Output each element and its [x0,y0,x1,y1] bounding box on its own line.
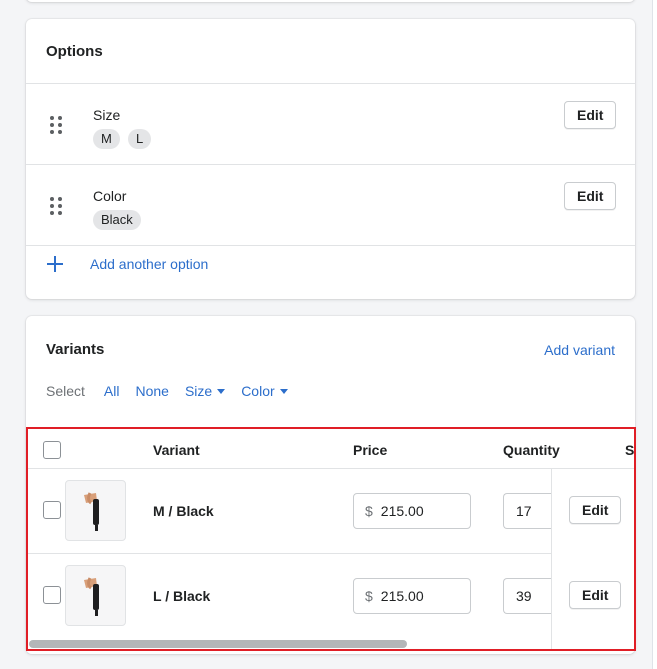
variants-table: Variant Price Quantity S M / Black $ 215… [27,428,635,650]
variant-select-bar: Select All None Size Color [46,383,304,399]
select-all-link[interactable]: All [104,383,120,399]
option-name: Color [93,188,127,204]
options-card: Options Size M L Edit Color Black Edit A… [26,19,635,299]
edit-variant-button[interactable]: Edit [569,496,622,524]
previous-card-fragment [26,0,635,2]
column-header-cut: S [625,442,635,458]
product-image-icon [84,492,99,531]
add-another-option-label: Add another option [90,256,209,272]
price-value: 215.00 [380,588,424,604]
table-header: Variant Price Quantity S [27,428,635,469]
side-panel-edge [653,0,657,669]
select-color-label: Color [241,383,275,399]
price-input[interactable]: $ 215.00 [353,578,471,614]
column-header-price: Price [353,442,388,458]
select-all-checkbox[interactable] [43,441,61,459]
product-thumbnail-image[interactable] [65,480,126,541]
option-name: Size [93,107,121,123]
column-header-quantity: Quantity [503,442,560,458]
option-row-color: Color Black Edit [26,164,635,245]
option-row-size: Size M L Edit [26,83,635,164]
price-value: 215.00 [380,503,424,519]
row-checkbox[interactable] [43,501,61,519]
select-color-dropdown[interactable]: Color [241,383,288,399]
product-image-icon [84,577,99,616]
option-value-chip: Black [93,210,141,230]
options-title: Options [46,43,103,60]
variant-name: L / Black [153,588,211,604]
edit-option-button[interactable]: Edit [564,101,617,129]
select-none-label: None [135,383,169,399]
variants-title: Variants [46,341,105,358]
variant-name: M / Black [153,503,214,519]
plus-icon [46,255,64,273]
sticky-actions-column: Edit Edit [551,469,635,650]
row-checkbox[interactable] [43,586,61,604]
option-value-chip: M [93,129,120,149]
select-size-label: Size [184,383,213,399]
edit-variant-button[interactable]: Edit [569,581,622,609]
add-another-option-link[interactable]: Add another option [46,252,208,276]
price-input[interactable]: $ 215.00 [353,493,471,529]
option-value-chip: L [128,129,152,149]
caret-down-icon [217,388,226,394]
product-thumbnail-image[interactable] [65,565,126,626]
drag-handle-icon[interactable] [50,116,62,134]
table-row: L / Black $ 215.00 39 [27,554,635,639]
table-row: M / Black $ 215.00 17 [27,469,635,554]
caret-down-icon [279,388,288,394]
select-none-link[interactable]: None [135,383,168,399]
column-header-variant: Variant [153,442,200,458]
currency-prefix: $ [365,503,373,519]
edit-option-button[interactable]: Edit [564,182,617,210]
select-label: Select [46,383,85,399]
drag-handle-icon[interactable] [50,197,62,215]
currency-prefix: $ [365,588,373,604]
select-all-label: All [103,383,120,399]
add-variant-link[interactable]: Add variant [544,342,615,358]
select-size-dropdown[interactable]: Size [184,383,226,399]
horizontal-scrollbar[interactable] [29,640,407,648]
